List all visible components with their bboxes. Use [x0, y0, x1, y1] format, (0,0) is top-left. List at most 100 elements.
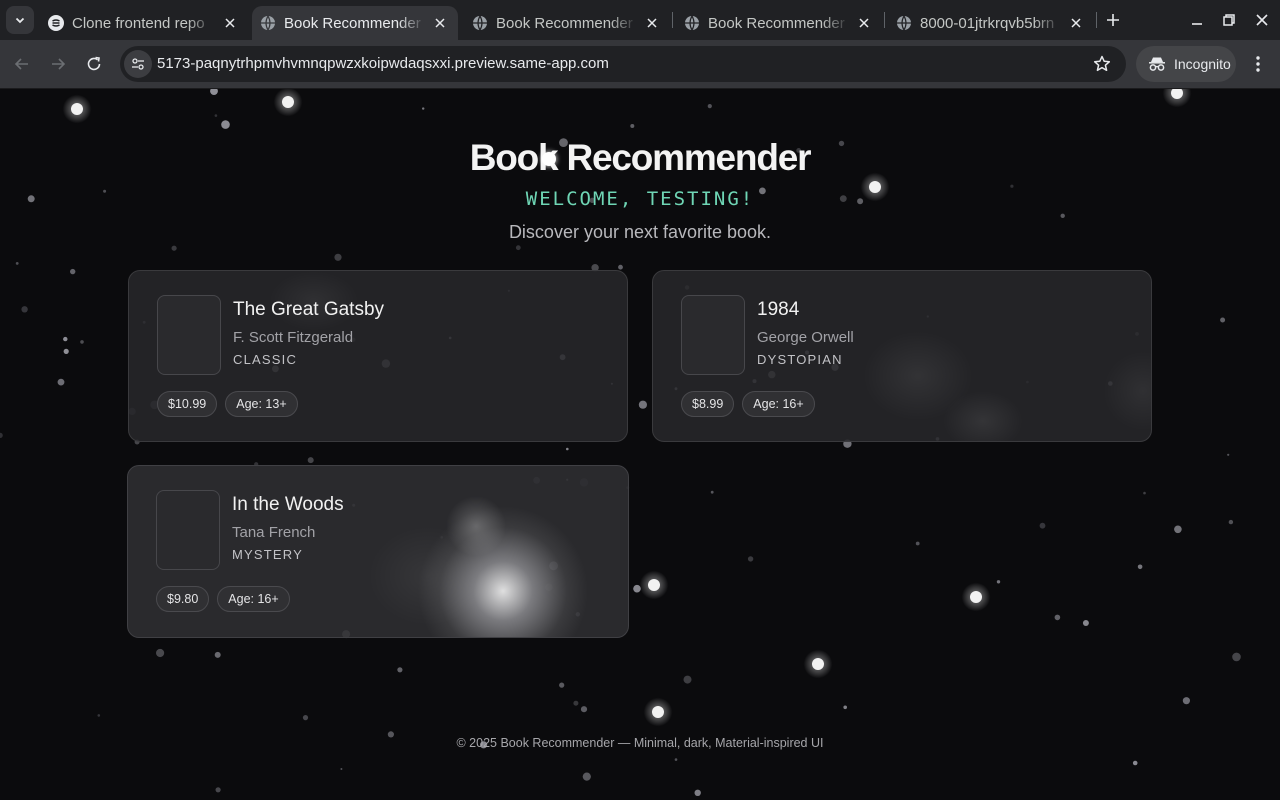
book-author: Tana French	[232, 524, 316, 541]
star	[0, 432, 3, 438]
decorative-glow	[1103, 351, 1151, 431]
star	[652, 706, 664, 718]
book-title: 1984	[757, 299, 800, 320]
star	[70, 268, 76, 275]
star	[648, 579, 660, 591]
arrow-right-icon	[52, 58, 66, 70]
age-chip: Age: 13+	[225, 391, 298, 417]
site-info-button[interactable]	[124, 50, 152, 78]
forward-button[interactable]	[46, 52, 70, 76]
tab-search-button[interactable]	[6, 6, 34, 34]
tab-separator	[672, 12, 673, 28]
book-card[interactable]: 1984 George Orwell DYSTOPIAN $8.99 Age: …	[652, 270, 1152, 442]
minimize-icon	[1192, 23, 1202, 25]
star	[1174, 525, 1182, 534]
tab-clone-frontend[interactable]: Clone frontend repo	[40, 6, 248, 40]
star	[694, 789, 701, 796]
star	[71, 103, 83, 115]
book-card[interactable]: The Great Gatsby F. Scott Fitzgerald CLA…	[128, 270, 628, 442]
star	[580, 706, 588, 713]
price-chip: $10.99	[157, 391, 218, 417]
close-icon[interactable]	[856, 15, 872, 31]
star	[80, 340, 84, 344]
reload-button[interactable]	[82, 52, 106, 76]
book-genre: MYSTERY	[232, 547, 304, 562]
decorative-glow	[368, 526, 488, 626]
close-window-button[interactable]	[1252, 10, 1272, 30]
star	[63, 336, 68, 342]
browser-menu-button[interactable]	[1248, 54, 1268, 74]
star	[1060, 213, 1065, 218]
page-viewport: Book Recommender WELCOME, TESTING! Disco…	[0, 89, 1280, 800]
star	[1054, 614, 1061, 621]
price-chip: $8.99	[681, 391, 735, 417]
minimize-button[interactable]	[1187, 10, 1207, 30]
age-chip: Age: 16+	[217, 586, 290, 612]
star	[573, 700, 579, 706]
star	[1143, 491, 1146, 495]
close-icon[interactable]	[1068, 15, 1084, 31]
tab-title: 8000-01jtrkrqvb5brn	[920, 14, 1055, 32]
price-chip: $9.80	[156, 586, 210, 612]
close-icon[interactable]	[644, 15, 660, 31]
tab-title: Book Recommender	[496, 14, 633, 32]
age-chip: Age: 16+	[742, 391, 815, 417]
star	[812, 658, 824, 670]
back-button[interactable]	[10, 52, 34, 76]
url-text[interactable]: 5173-paqnytrhpmvhvmnqpwzxkoipwdaqsxxi.pr…	[157, 55, 609, 73]
star	[633, 584, 641, 593]
star	[1227, 453, 1230, 456]
bookmark-star-icon[interactable]	[1092, 54, 1112, 74]
star	[566, 447, 569, 451]
close-icon[interactable]	[432, 15, 448, 31]
star	[397, 667, 403, 673]
star	[15, 262, 19, 265]
star	[282, 96, 294, 108]
tab-title: Book Recommender	[708, 14, 845, 32]
star	[214, 114, 218, 117]
arrow-left-icon	[14, 58, 28, 70]
tab-title: Book Recommender	[284, 14, 421, 32]
welcome-message: WELCOME, TESTING!	[525, 188, 755, 210]
star	[630, 124, 635, 128]
star	[340, 768, 343, 770]
decorative-glow	[943, 391, 1023, 441]
star	[559, 682, 565, 688]
book-cover	[156, 490, 220, 570]
star	[674, 758, 678, 761]
star	[214, 651, 221, 658]
page-footer: © 2025 Book Recommender — Minimal, dark,…	[456, 736, 824, 750]
page-title: Book Recommender	[469, 137, 812, 178]
star	[210, 89, 218, 95]
page-tagline: Discover your next favorite book.	[508, 222, 772, 242]
star	[618, 264, 623, 270]
tab-book-recommender-active[interactable]: Book Recommender	[252, 6, 458, 40]
mouse-cursor-glow	[542, 152, 556, 166]
star	[1220, 317, 1226, 323]
incognito-label: Incognito	[1174, 56, 1231, 72]
incognito-indicator[interactable]: Incognito	[1136, 46, 1236, 82]
star	[1232, 652, 1241, 662]
star	[215, 787, 221, 793]
tab-title: Clone frontend repo	[72, 14, 205, 32]
new-tab-button[interactable]	[1102, 9, 1124, 31]
book-card[interactable]: In the Woods Tana French MYSTERY $9.80 A…	[127, 465, 629, 638]
restore-button[interactable]	[1219, 10, 1239, 30]
star	[1182, 697, 1190, 705]
tab-book-recommender-3[interactable]: Book Recommender	[676, 6, 882, 40]
star	[422, 107, 425, 110]
star	[1132, 760, 1138, 766]
reload-icon	[87, 56, 101, 71]
book-cover	[157, 295, 221, 375]
same-app-icon	[48, 15, 64, 31]
decorative-glow	[418, 506, 588, 637]
tab-8000-preview[interactable]: 8000-01jtrkrqvb5brn	[888, 6, 1094, 40]
star	[996, 580, 1001, 584]
restore-icon	[1223, 14, 1235, 26]
tab-book-recommender-2[interactable]: Book Recommender	[464, 6, 670, 40]
close-icon[interactable]	[222, 15, 238, 31]
plus-icon	[1107, 14, 1119, 26]
star	[302, 715, 309, 721]
star	[582, 772, 591, 781]
star	[334, 253, 342, 261]
